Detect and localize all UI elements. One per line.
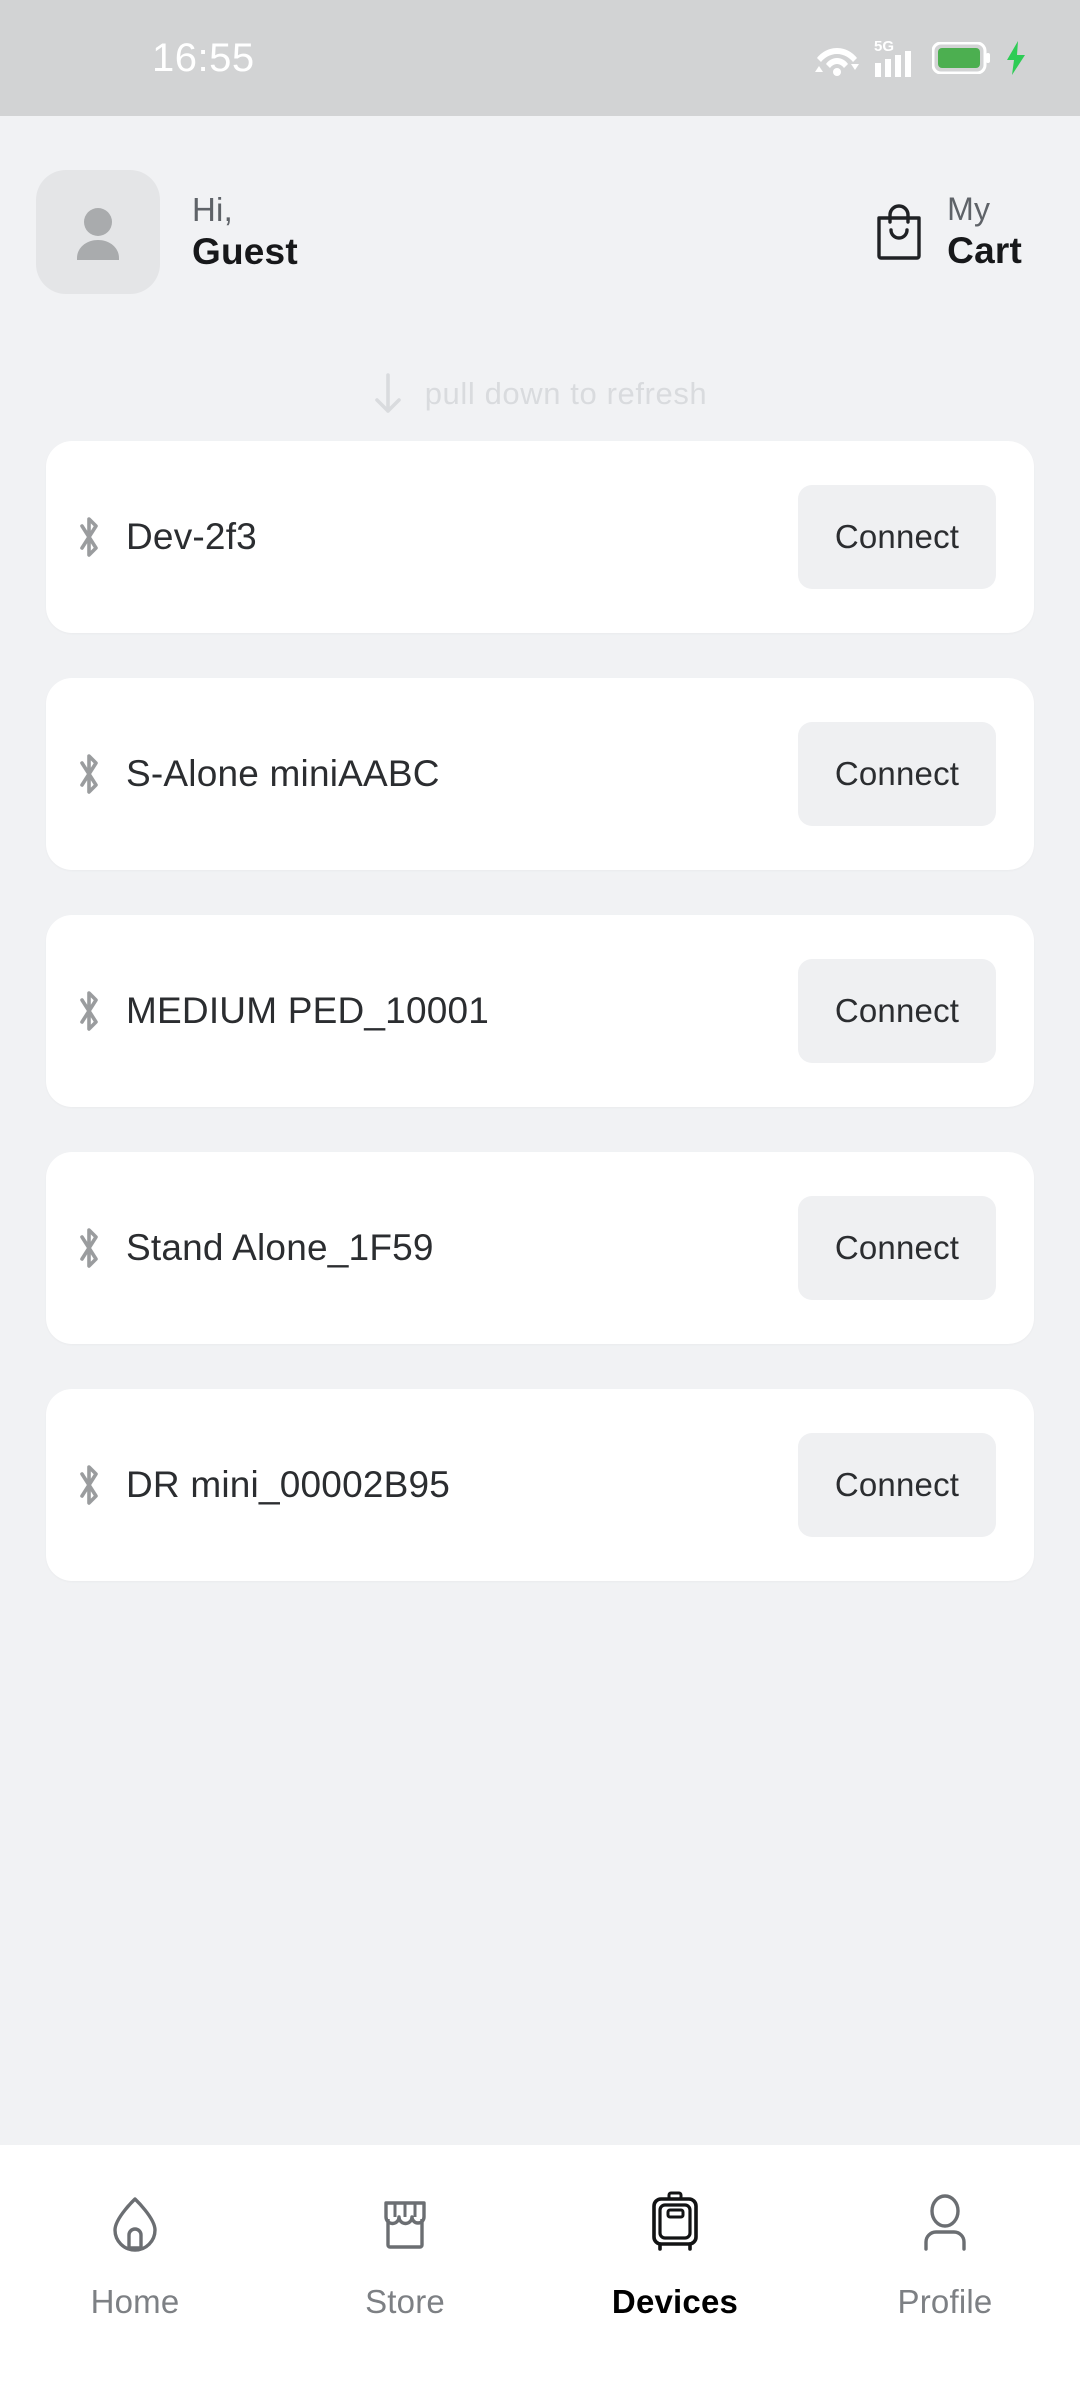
device-info: Stand Alone_1F59 xyxy=(74,1223,434,1273)
app-screen: 16:55 5G Hi, Guest My Cart pull down to … xyxy=(0,0,1080,2400)
connect-button[interactable]: Connect xyxy=(798,1196,996,1300)
device-info: DR mini_00002B95 xyxy=(74,1460,450,1510)
cart-my-label: My xyxy=(947,190,991,227)
user-name: Guest xyxy=(192,230,298,272)
person-avatar-icon xyxy=(62,196,134,268)
cart-text-group: My Cart xyxy=(947,190,1022,273)
device-row[interactable]: Stand Alone_1F59 Connect xyxy=(46,1152,1034,1344)
connect-button[interactable]: Connect xyxy=(798,1433,996,1537)
greeting-text-group: Hi, Guest xyxy=(192,189,298,275)
pull-to-refresh-hint: pull down to refresh xyxy=(0,347,1080,441)
bluetooth-icon xyxy=(74,986,104,1036)
nav-item-devices[interactable]: Devices xyxy=(540,2187,810,2321)
status-bar: 16:55 5G xyxy=(0,0,1080,116)
wifi-icon xyxy=(814,38,860,78)
charging-bolt-icon xyxy=(1004,40,1028,76)
nav-label-profile: Profile xyxy=(897,2283,993,2320)
pull-to-refresh-label: pull down to refresh xyxy=(424,376,708,411)
device-row[interactable]: MEDIUM PED_10001 Connect xyxy=(46,915,1034,1107)
signal-5g-icon: 5G xyxy=(874,37,918,79)
greeting-label: Hi, xyxy=(192,190,233,228)
device-name: Dev-2f3 xyxy=(126,516,257,557)
bluetooth-icon xyxy=(74,1460,104,1510)
device-row[interactable]: DR mini_00002B95 Connect xyxy=(46,1389,1034,1581)
device-row[interactable]: Dev-2f3 Connect xyxy=(46,441,1034,633)
device-info: S-Alone miniAABC xyxy=(74,749,440,799)
shopping-bag-icon xyxy=(873,202,925,261)
bluetooth-icon xyxy=(74,1223,104,1273)
nav-label-devices: Devices xyxy=(611,2283,739,2320)
connect-button[interactable]: Connect xyxy=(798,485,996,589)
bottom-navigation: Home Store Devices Profile xyxy=(0,2145,1080,2400)
connect-button[interactable]: Connect xyxy=(798,959,996,1063)
svg-text:5G: 5G xyxy=(874,38,894,55)
bluetooth-icon xyxy=(74,512,104,562)
cart-cart-label: Cart xyxy=(947,229,1022,271)
battery-icon xyxy=(932,42,990,74)
device-list-scroll-area[interactable]: pull down to refresh Dev-2f3 Connect S-A… xyxy=(0,347,1080,2145)
app-header: Hi, Guest My Cart xyxy=(0,116,1080,347)
device-info: Dev-2f3 xyxy=(74,512,257,562)
device-name: Stand Alone_1F59 xyxy=(126,1227,434,1268)
terminal-device-icon xyxy=(643,2187,707,2259)
nav-item-home[interactable]: Home xyxy=(0,2187,270,2321)
device-info: MEDIUM PED_10001 xyxy=(74,986,489,1036)
my-cart-button[interactable]: My Cart xyxy=(873,190,1022,273)
nav-label-home: Home xyxy=(90,2283,180,2320)
arrow-down-icon xyxy=(373,373,403,415)
status-time: 16:55 xyxy=(152,35,255,80)
device-name: MEDIUM PED_10001 xyxy=(126,990,490,1031)
device-list: Dev-2f3 Connect S-Alone miniAABC Connect xyxy=(0,441,1080,1581)
home-icon xyxy=(103,2187,167,2259)
bluetooth-icon xyxy=(74,749,104,799)
person-icon xyxy=(913,2187,977,2259)
nav-item-store[interactable]: Store xyxy=(270,2187,540,2321)
nav-label-store: Store xyxy=(365,2283,445,2320)
device-name: DR mini_00002B95 xyxy=(126,1464,451,1505)
user-greeting-block[interactable]: Hi, Guest xyxy=(36,169,298,294)
store-icon xyxy=(373,2187,437,2259)
connect-button[interactable]: Connect xyxy=(798,722,996,826)
avatar[interactable] xyxy=(36,169,160,294)
status-icons: 5G xyxy=(814,37,1028,79)
nav-item-profile[interactable]: Profile xyxy=(810,2187,1080,2321)
device-name: S-Alone miniAABC xyxy=(126,753,440,794)
device-row[interactable]: S-Alone miniAABC Connect xyxy=(46,678,1034,870)
